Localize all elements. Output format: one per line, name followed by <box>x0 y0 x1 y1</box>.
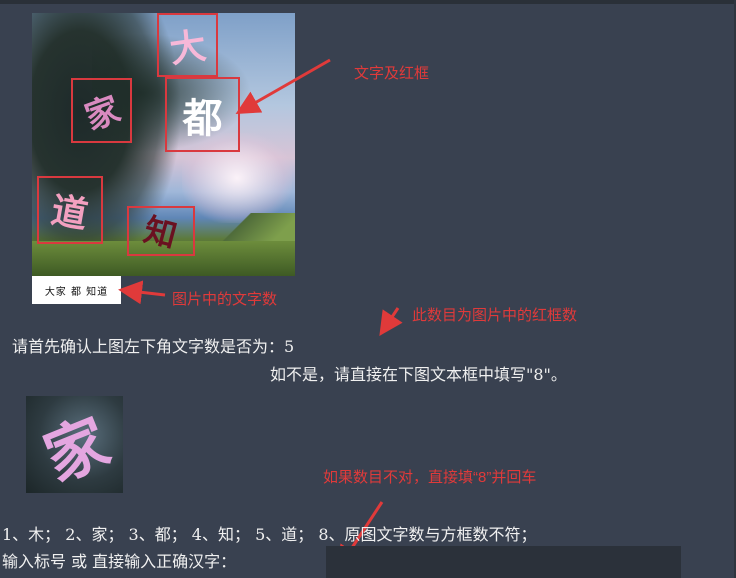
annotation-char-count: 图片中的文字数 <box>172 291 278 308</box>
prompt-line-1: 请首先确认上图左下角文字数是否为：5 <box>12 337 295 356</box>
glyph-dou: 都 <box>182 94 223 142</box>
annotation-text-and-box: 文字及红框 <box>354 65 430 82</box>
glyph-dao: 道 <box>48 189 91 237</box>
annotation-wrong-count: 如果数目不对，直接填“8”并回车 <box>323 469 537 486</box>
glyph-da: 大 <box>167 24 209 72</box>
answer-options: 1、木； 2、家； 3、都； 4、知； 5、道； 8、原图文字数与方框数不符； <box>2 525 537 544</box>
answer-input[interactable] <box>326 546 681 578</box>
input-label: 输入标号 或 直接输入正确汉字： <box>2 552 237 571</box>
arrow-to-count <box>379 307 403 336</box>
thumbnail-image: 家 <box>26 396 123 493</box>
image-caption: 大家 都 知道 <box>32 276 121 304</box>
prompt-line-2: 如不是，请直接在下图文本框中填写"8"。 <box>270 365 567 384</box>
thumbnail-glyph: 家 <box>34 404 119 493</box>
arrow-to-caption <box>118 280 166 305</box>
top-bar <box>0 0 736 4</box>
annotation-box-count: 此数目为图片中的红框数 <box>412 307 578 324</box>
